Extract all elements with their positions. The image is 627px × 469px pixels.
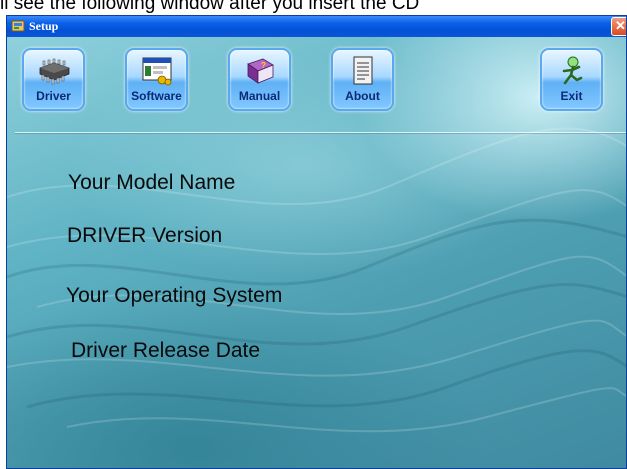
exit-button[interactable]: Exit (540, 48, 603, 111)
manual-button-label: Manual (238, 89, 281, 103)
about-button[interactable]: About (331, 48, 394, 111)
close-icon: ✕ (615, 18, 626, 33)
content-area: Driver Software ? Manual About Exit Your… (7, 37, 626, 468)
toolbar-divider (15, 132, 626, 133)
operating-system-label: Your Operating System (66, 284, 283, 307)
software-window-icon (142, 57, 171, 86)
setup-window: Setup ✕ Driver Software ? Manual About E… (6, 15, 627, 469)
document-caption: ll see the following window after you in… (0, 0, 420, 14)
about-button-label: About (345, 89, 380, 103)
title-bar[interactable]: Setup ✕ (7, 16, 626, 37)
book-icon: ? (246, 58, 274, 84)
driver-button-label: Driver (36, 89, 71, 103)
document-icon (353, 56, 372, 85)
release-date-label: Driver Release Date (71, 339, 261, 362)
close-button[interactable]: ✕ (611, 17, 626, 36)
driver-version-label: DRIVER Version (67, 224, 223, 247)
driver-button[interactable]: Driver (22, 48, 85, 111)
model-name-label: Your Model Name (68, 171, 236, 194)
window-title: Setup (29, 19, 59, 33)
toolbar: Driver Software ? Manual About Exit (7, 37, 626, 132)
svg-text:?: ? (261, 61, 266, 70)
running-man-icon (562, 56, 582, 85)
chip-icon (39, 58, 69, 85)
software-button-label: Software (131, 89, 182, 103)
software-button[interactable]: Software (125, 48, 188, 111)
exit-button-label: Exit (560, 89, 583, 103)
manual-button[interactable]: ? Manual (228, 48, 291, 111)
app-icon (11, 20, 25, 32)
